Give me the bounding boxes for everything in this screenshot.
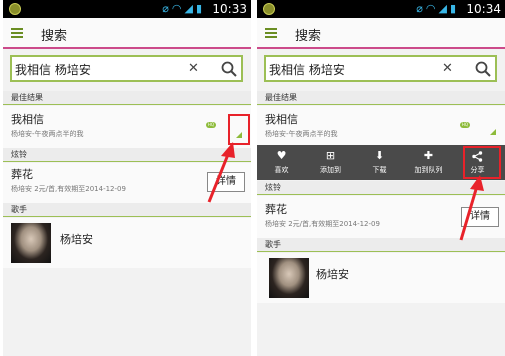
search-box: ✕: [264, 55, 497, 82]
status-icons: ⌀◠◢▮: [416, 2, 459, 16]
screen-before: ⌀◠◢▮ 10:33 搜索 ✕ 最佳结果 我相信 杨培安-午夜两点半的我 HQ …: [3, 0, 251, 356]
page-title: 搜索: [295, 29, 322, 44]
menu-icon[interactable]: [11, 28, 23, 38]
artist-avatar: [11, 223, 51, 263]
ringtone-title: 葬花: [265, 203, 287, 216]
search-icon[interactable]: [474, 60, 492, 78]
battery-icon: ▮: [195, 2, 205, 15]
app-bar: 搜索: [257, 18, 505, 49]
search-icon[interactable]: [220, 60, 238, 78]
app-notification-icon: [9, 3, 21, 15]
section-best-result: 最佳结果: [257, 91, 505, 105]
artist-row[interactable]: 杨培安: [3, 218, 251, 268]
song-title: 我相信: [11, 113, 44, 126]
status-icons: ⌀◠◢▮: [162, 2, 205, 16]
wifi-icon: ◠: [425, 2, 439, 15]
signal-off-icon: ⌀: [162, 2, 172, 15]
artist-avatar: [269, 258, 309, 298]
plus-icon: ✚: [423, 149, 434, 162]
search-input[interactable]: [269, 60, 439, 78]
wifi-icon: ◠: [171, 2, 185, 15]
search-box: ✕: [10, 55, 243, 82]
battery-icon: ▮: [449, 2, 459, 15]
status-bar: ⌀◠◢▮ 10:33: [3, 0, 251, 18]
hq-badge: HQ: [206, 122, 216, 128]
app-notification-icon: [263, 3, 275, 15]
pointer-arrow: [459, 175, 484, 241]
app-bar: 搜索: [3, 18, 251, 49]
song-subtitle: 杨培安-午夜两点半的我: [265, 130, 338, 138]
menu-icon[interactable]: [265, 28, 277, 38]
cell-signal-icon: ◢: [438, 2, 450, 15]
cell-signal-icon: ◢: [184, 2, 196, 15]
status-time: 10:33: [212, 2, 247, 16]
song-title: 我相信: [265, 113, 298, 126]
add-to-queue-button[interactable]: ✚ 加到队列: [404, 145, 453, 180]
screen-after: ⌀◠◢▮ 10:34 搜索 ✕ 最佳结果 我相信 杨培安-午夜两点半的我 HQ …: [257, 0, 505, 356]
heart-icon: ♥: [276, 149, 287, 162]
download-button[interactable]: ⬇ 下载: [355, 145, 404, 180]
clear-icon[interactable]: ✕: [442, 60, 453, 78]
section-best-result: 最佳结果: [3, 91, 251, 105]
signal-off-icon: ⌀: [416, 2, 426, 15]
artist-row[interactable]: 杨培安: [257, 253, 505, 303]
like-button[interactable]: ♥ 喜欢: [257, 145, 306, 180]
song-subtitle: 杨培安-午夜两点半的我: [11, 130, 84, 138]
artist-name: 杨培安: [316, 268, 349, 281]
clear-icon[interactable]: ✕: [188, 60, 199, 78]
expand-corner-icon[interactable]: [490, 129, 496, 135]
add-to-icon: ⊞: [325, 149, 336, 162]
hq-badge: HQ: [460, 122, 470, 128]
add-to-button[interactable]: ⊞ 添加到: [306, 145, 355, 180]
search-input[interactable]: [15, 60, 185, 78]
page-title: 搜索: [41, 29, 68, 44]
status-time: 10:34: [466, 2, 501, 16]
pointer-arrow: [207, 142, 235, 203]
ringtone-title: 葬花: [11, 168, 33, 181]
artist-name: 杨培安: [60, 233, 93, 246]
download-icon: ⬇: [374, 149, 385, 162]
ringtone-subtitle: 杨培安 2元/首,有效期至2014-12-09: [265, 220, 380, 228]
ringtone-subtitle: 杨培安 2元/首,有效期至2014-12-09: [11, 185, 126, 193]
status-bar: ⌀◠◢▮ 10:34: [257, 0, 505, 18]
best-result-row[interactable]: 我相信 杨培安-午夜两点半的我 HQ: [257, 106, 505, 145]
